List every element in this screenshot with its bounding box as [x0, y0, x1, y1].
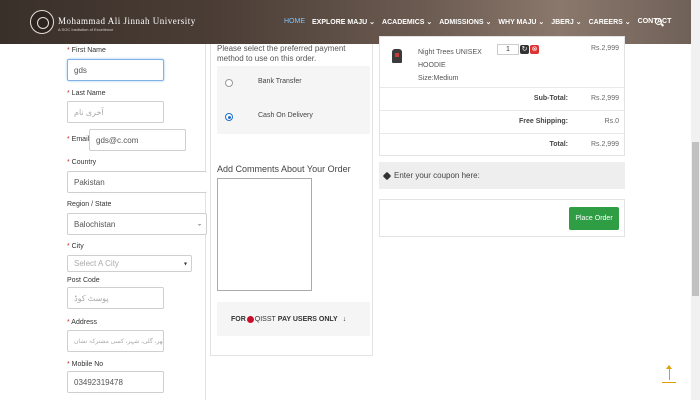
university-logo-icon[interactable] [30, 10, 54, 34]
mobile-label: * Mobile No [67, 361, 104, 368]
cash-on-delivery-label: Cash On Delivery [258, 112, 313, 119]
nav-explore-maju[interactable]: EXPLORE MAJU ⌄ [312, 18, 375, 26]
arrow-down-icon: ↓ [342, 315, 347, 323]
country-input[interactable]: Pakistan [67, 171, 207, 193]
payment-panel: Please select the preferred payment meth… [210, 44, 373, 356]
product-info: Night Trees UNISEX HOODIE Size:Medium [418, 46, 482, 85]
arrow-up-base [662, 381, 676, 383]
mobile-input[interactable]: 03492319478 [67, 371, 164, 393]
city-select[interactable]: Select A City ▾ [67, 255, 192, 272]
nav-jberj[interactable]: JBERJ ⌄ [551, 18, 581, 26]
brand-tagline: A SOC Institution of Excellence [58, 27, 114, 32]
subtotal-value: Rs.2,999 [590, 95, 619, 102]
shipping-value: Rs.0 [604, 118, 619, 125]
cart-summary: Night Trees UNISEX HOODIE Size:Medium 1 … [379, 36, 625, 156]
last-name-label: * Last Name [67, 90, 106, 97]
region-select-value: Balochistan [74, 219, 116, 229]
back-to-top-icon[interactable] [662, 365, 676, 383]
address-label: * Address [67, 319, 97, 326]
brand-name[interactable]: Mohammad Ali Jinnah University [58, 16, 196, 26]
qisst-logo-icon [246, 315, 254, 323]
main-nav: HOME EXPLORE MAJU ⌄ ACADEMICS ⌄ ADMISSIO… [284, 18, 678, 26]
shipping-row: Free Shipping: Rs.0 [380, 110, 624, 133]
total-row: Total: Rs.2,999 [380, 133, 624, 156]
qisst-suffix: PAY USERS ONLY [277, 315, 338, 323]
scrollbar-thumb[interactable] [692, 142, 699, 296]
coupon-label: Enter your coupon here: [394, 171, 480, 180]
chevron-down-icon: ⌄ [196, 221, 202, 228]
payment-heading: Please select the preferred payment meth… [217, 44, 346, 63]
refresh-icon[interactable]: ↻ [520, 45, 529, 54]
product-name-line2: HOODIE [418, 62, 446, 69]
subtotal-row: Sub-Total: Rs.2,999 [380, 87, 624, 110]
remove-icon[interactable]: ⊗ [530, 45, 539, 54]
shipping-label: Free Shipping: [519, 118, 568, 125]
cash-on-delivery-radio[interactable] [225, 113, 233, 121]
nav-academics[interactable]: ACADEMICS ⌄ [382, 18, 432, 26]
address-input[interactable]: گھر، گلی، شہر، کسی مشترکہ نشان [67, 330, 164, 352]
product-size: Size:Medium [418, 75, 459, 82]
place-order-panel: Place Order [379, 199, 625, 237]
nav-admissions[interactable]: ADMISSIONS ⌄ [439, 18, 491, 26]
subtotal-label: Sub-Total: [533, 95, 568, 102]
product-price: Rs.2,999 [590, 45, 619, 52]
email-input[interactable]: gds@c.com [89, 129, 186, 151]
country-label: * Country [67, 159, 97, 166]
nav-home[interactable]: HOME [284, 18, 305, 26]
bank-transfer-label: Bank Transfer [258, 78, 302, 85]
place-order-button[interactable]: Place Order [569, 207, 619, 230]
arrow-up-shaft [668, 368, 670, 380]
payment-option-bank-transfer[interactable]: Bank Transfer [217, 66, 370, 100]
billing-form: * First Name gds * Last Name آخری نام * … [54, 44, 207, 400]
first-name-input[interactable]: gds [67, 59, 164, 81]
last-name-input[interactable]: آخری نام [67, 101, 164, 123]
city-label: * City [67, 243, 84, 250]
city-select-placeholder: Select A City [74, 259, 119, 268]
quantity-input[interactable]: 1 [497, 44, 519, 55]
qisst-prefix: FOR [231, 315, 246, 323]
tag-icon [382, 171, 392, 180]
qisst-pay-banner[interactable]: FOR QISST PAY USERS ONLY ↓ [217, 302, 370, 336]
post-code-input[interactable]: پوسٹ کوڈ [67, 287, 164, 309]
caret-down-icon: ▾ [183, 261, 187, 267]
qisst-brand: QISST [254, 315, 276, 323]
bank-transfer-radio[interactable] [225, 79, 233, 87]
total-value: Rs.2,999 [590, 141, 619, 148]
product-name[interactable]: Night Trees UNISEX [418, 46, 482, 59]
region-label: Region / State [67, 201, 112, 208]
region-select[interactable]: Balochistan ⌄ [67, 213, 207, 235]
first-name-label: * First Name [67, 47, 106, 54]
coupon-toggle[interactable]: Enter your coupon here: [379, 162, 625, 189]
payment-option-cash-on-delivery[interactable]: Cash On Delivery [217, 100, 370, 134]
post-code-label: Post Code [67, 277, 100, 284]
nav-careers[interactable]: CAREERS ⌄ [589, 18, 631, 26]
total-label: Total: [549, 141, 568, 148]
search-icon[interactable] [655, 18, 662, 25]
comments-title: Add Comments About Your Order [217, 164, 351, 174]
email-label: * Email [67, 136, 90, 143]
nav-why-maju[interactable]: WHY MAJU ⌄ [498, 18, 544, 26]
comments-textarea[interactable] [217, 178, 312, 291]
product-thumbnail[interactable] [390, 45, 404, 65]
